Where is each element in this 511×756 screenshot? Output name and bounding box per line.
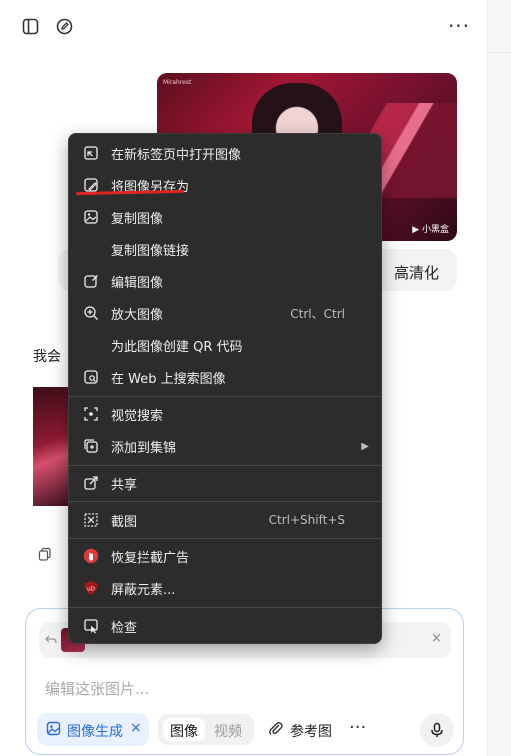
menu-divider	[69, 465, 381, 466]
mode-video-tab[interactable]: 视频	[214, 721, 242, 741]
menu-item-search-web-image[interactable]: 在 Web 上搜索图像	[69, 362, 381, 392]
composer-more-button[interactable]: ···	[349, 717, 366, 738]
new-chat-icon[interactable]	[52, 14, 76, 38]
image-watermark-source: ▶ 小黑盒	[412, 225, 449, 235]
adblock-icon	[83, 548, 99, 564]
menu-item-restore-blocked-ads[interactable]: 恢复拦截广告	[69, 541, 381, 571]
assistant-message: 我会	[33, 349, 61, 365]
microphone-button[interactable]	[420, 713, 454, 747]
menu-item-share[interactable]: 共享	[69, 468, 381, 498]
image-gen-icon	[46, 721, 61, 740]
menu-item-zoom-image[interactable]: 放大图像 Ctrl、Ctrl	[69, 298, 381, 328]
copy-icon[interactable]	[38, 546, 52, 561]
screenshot-icon	[83, 512, 99, 528]
remove-reference-button[interactable]: ×	[431, 631, 442, 646]
visual-search-icon	[83, 406, 99, 422]
submenu-arrow-icon: ▶	[361, 440, 369, 452]
menu-divider	[69, 538, 381, 539]
reply-icon	[45, 635, 57, 644]
sidebar-toggle-icon[interactable]	[18, 14, 42, 38]
menu-item-copy-image-link[interactable]: 复制图像链接	[69, 234, 381, 264]
menu-divider	[69, 396, 381, 397]
copy-image-icon	[83, 209, 99, 225]
more-options-button[interactable]: ···	[447, 14, 471, 38]
open-new-tab-icon	[83, 145, 99, 161]
prompt-input[interactable]: 编辑这张图片...	[45, 678, 149, 699]
zoom-in-icon	[83, 305, 99, 321]
context-menu: 在新标签页中打开图像 将图像另存为 复制图像 复制图像链接 编辑图像 放大图像 …	[68, 133, 382, 644]
right-panel-edge	[487, 0, 511, 756]
image-generation-label: 图像生成	[67, 724, 123, 740]
inspect-icon	[83, 618, 99, 634]
menu-divider	[69, 501, 381, 502]
image-watermark: Mirahrest	[163, 79, 192, 86]
menu-item-add-to-collections[interactable]: 添加到集锦 ▶	[69, 431, 381, 461]
microphone-icon	[431, 722, 443, 737]
search-image-icon	[83, 369, 99, 385]
menu-item-open-new-tab[interactable]: 在新标签页中打开图像	[69, 138, 381, 168]
menu-item-save-image-as[interactable]: 将图像另存为	[69, 170, 381, 200]
svg-text:uD: uD	[87, 587, 95, 593]
share-icon	[83, 475, 99, 491]
menu-item-create-qr-code[interactable]: 为此图像创建 QR 代码	[69, 330, 381, 360]
menu-item-copy-image[interactable]: 复制图像	[69, 202, 381, 232]
save-image-icon	[83, 177, 99, 193]
upscale-chip-label: 高清化	[394, 264, 440, 282]
menu-item-visual-search[interactable]: 视觉搜索	[69, 399, 381, 429]
menu-item-edit-image[interactable]: 编辑图像	[69, 266, 381, 296]
menu-item-inspect[interactable]: 检查	[69, 611, 381, 641]
menu-item-block-element[interactable]: uD 屏蔽元素...	[69, 573, 381, 603]
ublock-icon: uD	[83, 580, 99, 596]
edit-image-icon	[83, 273, 99, 289]
menu-item-screenshot[interactable]: 截图 Ctrl+Shift+S	[69, 505, 381, 535]
image-thumbnail[interactable]	[33, 387, 73, 506]
mode-image-tab[interactable]: 图像	[170, 721, 198, 741]
reference-image-button[interactable]: 参考图	[290, 721, 332, 741]
paperclip-icon	[268, 721, 284, 741]
close-generation-mode-button[interactable]: ×	[130, 720, 142, 736]
collections-icon	[83, 438, 99, 454]
menu-divider	[69, 607, 381, 608]
